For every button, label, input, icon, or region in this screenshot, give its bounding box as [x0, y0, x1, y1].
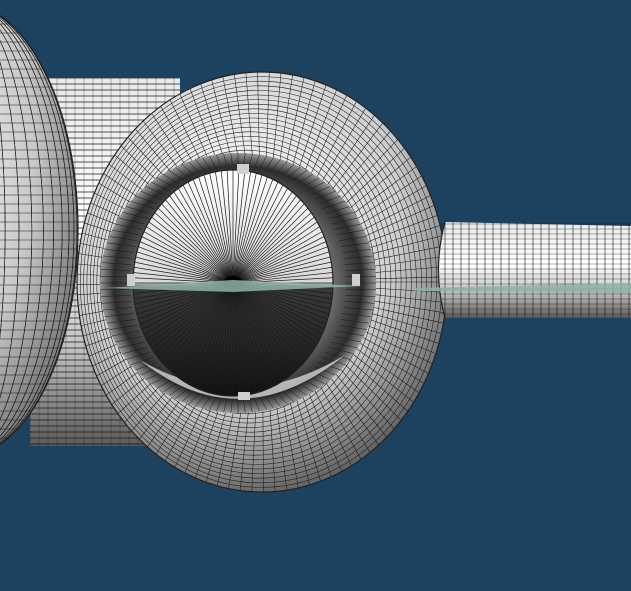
disc-marker-top — [237, 164, 249, 174]
disc-marker-left — [127, 274, 135, 286]
right-cylinder[interactable] — [437, 221, 631, 319]
right-cylinder-mesh — [438, 222, 631, 318]
disc-marker-right — [352, 274, 360, 286]
3d-viewport[interactable] — [0, 0, 631, 591]
mesh-scene[interactable] — [0, 0, 631, 591]
disc-marker-bottom — [238, 392, 250, 400]
right-cylinder-surface — [438, 222, 631, 318]
